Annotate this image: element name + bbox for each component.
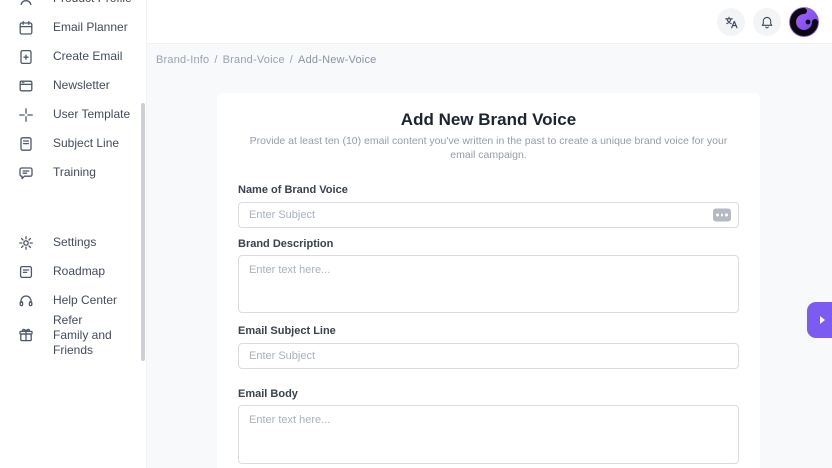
sidebar-item-email-planner[interactable]: Email Planner bbox=[0, 13, 146, 42]
brand-description-textarea[interactable] bbox=[238, 255, 739, 313]
sidebar-item-label: Email Planner bbox=[53, 20, 128, 35]
email-body-label: Email Body bbox=[238, 388, 739, 400]
email-subject-line-label: Email Subject Line bbox=[238, 325, 739, 337]
avatar-logo-icon bbox=[789, 7, 819, 37]
sidebar-item-label: Subject Line bbox=[53, 136, 119, 151]
sidebar-item-help-center[interactable]: Help Center bbox=[0, 286, 146, 315]
header-actions bbox=[717, 7, 819, 37]
headset-icon bbox=[18, 293, 34, 309]
brand-description-label: Brand Description bbox=[238, 238, 739, 250]
sidebar-item-user-template[interactable]: User Template bbox=[0, 100, 146, 129]
file-plus-icon bbox=[18, 49, 34, 65]
name-of-brand-voice-wrap bbox=[238, 202, 739, 228]
sidebar-item-label: User Template bbox=[53, 107, 130, 122]
sidebar-item-refer[interactable]: Refer Family and Friends bbox=[0, 315, 146, 355]
notifications-button[interactable] bbox=[753, 8, 781, 36]
gear-icon bbox=[18, 235, 34, 251]
sidebar-item-subject-line[interactable]: Subject Line bbox=[0, 129, 146, 158]
name-of-brand-voice-input[interactable] bbox=[238, 202, 739, 228]
user-avatar[interactable] bbox=[789, 7, 819, 37]
chat-bubble-icon bbox=[18, 165, 34, 181]
breadcrumb-item-add-new-voice: Add-New-Voice bbox=[298, 54, 376, 66]
user-profile-icon bbox=[18, 0, 34, 7]
gift-icon bbox=[18, 327, 34, 343]
bell-icon bbox=[760, 15, 774, 30]
page-subtitle: Provide at least ten (10) email content … bbox=[248, 134, 730, 163]
sidebar-item-label: Roadmap bbox=[53, 264, 105, 279]
brand-voice-form: Name of Brand Voice Brand Description Em… bbox=[217, 184, 760, 464]
expand-panel-button[interactable] bbox=[807, 302, 832, 338]
breadcrumb-item-brand-info[interactable]: Brand-Info bbox=[156, 54, 209, 66]
sidebar-item-newsletter[interactable]: Newsletter bbox=[0, 71, 146, 100]
sidebar-item-label: Product Profile bbox=[53, 0, 132, 6]
sidebar-item-label: Create Email bbox=[53, 49, 122, 64]
sidebar-nav: Product Profile Email Planner Create Ema… bbox=[0, 0, 146, 355]
sidebar-item-label: Refer Family and Friends bbox=[53, 313, 115, 358]
sidebar-item-label: Settings bbox=[53, 235, 96, 250]
translate-icon bbox=[724, 15, 739, 30]
calendar-icon bbox=[18, 20, 34, 36]
sidebar-item-create-email[interactable]: Create Email bbox=[0, 42, 146, 71]
chevron-right-icon bbox=[820, 316, 825, 324]
sidebar-section-gap bbox=[0, 187, 146, 228]
breadcrumb-item-brand-voice[interactable]: Brand-Voice bbox=[223, 54, 285, 66]
sidebar-item-label: Help Center bbox=[53, 293, 117, 308]
top-header bbox=[147, 0, 832, 44]
main-content: Brand-Info / Brand-Voice / Add-New-Voice Add… bbox=[147, 44, 832, 468]
template-plus-icon bbox=[18, 107, 34, 123]
sidebar: Product Profile Email Planner Create Ema… bbox=[0, 0, 147, 468]
sidebar-item-product-profile[interactable]: Product Profile bbox=[0, 0, 146, 13]
breadcrumb: Brand-Info / Brand-Voice / Add-New-Voice bbox=[156, 54, 376, 66]
subject-line-icon bbox=[18, 136, 34, 152]
extension-dots-icon[interactable] bbox=[713, 208, 731, 221]
sidebar-item-label: Training bbox=[53, 165, 96, 180]
translate-button[interactable] bbox=[717, 8, 745, 36]
sidebar-item-label: Newsletter bbox=[53, 78, 110, 93]
roadmap-icon bbox=[18, 264, 34, 280]
add-brand-voice-card: Add New Brand Voice Provide at least ten… bbox=[217, 93, 760, 468]
sidebar-item-training[interactable]: Training bbox=[0, 158, 146, 187]
newsletter-icon bbox=[18, 78, 34, 94]
page-title: Add New Brand Voice bbox=[217, 110, 760, 130]
email-subject-line-input[interactable] bbox=[238, 343, 739, 369]
name-of-brand-voice-label: Name of Brand Voice bbox=[238, 184, 739, 196]
email-body-textarea[interactable] bbox=[238, 405, 739, 464]
breadcrumb-separator: / bbox=[214, 54, 217, 66]
sidebar-scrollbar[interactable] bbox=[141, 103, 145, 361]
breadcrumb-separator: / bbox=[290, 54, 293, 66]
sidebar-item-roadmap[interactable]: Roadmap bbox=[0, 257, 146, 286]
sidebar-item-settings[interactable]: Settings bbox=[0, 228, 146, 257]
